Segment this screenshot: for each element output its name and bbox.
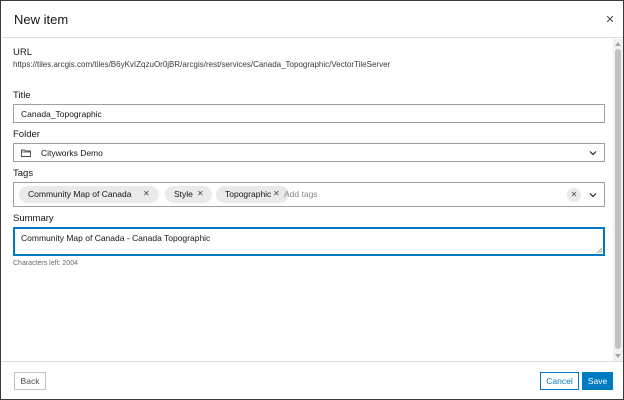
tag-chip-label: Community Map of Canada: [28, 189, 132, 199]
scroll-up-icon[interactable]: [615, 42, 621, 46]
clear-tags-icon[interactable]: ✕: [567, 188, 581, 202]
save-button[interactable]: Save: [582, 372, 613, 390]
url-value: https://tiles.arcgis.com/tiles/B6yKvIZqz…: [13, 60, 391, 69]
tag-chip: Topographic ✕: [216, 186, 289, 203]
remove-tag-icon[interactable]: ✕: [197, 189, 204, 198]
folder-select-value: Cityworks Demo: [41, 148, 103, 158]
characters-left: Characters left: 2004: [13, 260, 78, 267]
title-input[interactable]: Canada_Topographic: [13, 104, 605, 123]
add-tags-placeholder[interactable]: Add tags: [284, 189, 318, 199]
url-label: URL: [13, 47, 33, 58]
title-label: Title: [13, 90, 31, 101]
resize-grip-icon[interactable]: [596, 247, 602, 253]
new-item-dialog: New item ✕ URL https://tiles.arcgis.com/…: [0, 0, 624, 400]
dialog-title: New item: [14, 12, 69, 27]
tag-chip: Style ✕: [165, 186, 212, 203]
close-icon[interactable]: ✕: [604, 14, 616, 26]
scroll-down-icon[interactable]: [615, 354, 621, 358]
dialog-footer: Back Cancel Save: [2, 361, 623, 400]
cancel-button[interactable]: Cancel: [540, 372, 579, 390]
back-button[interactable]: Back: [14, 372, 46, 390]
tag-chip: Community Map of Canada ✕: [19, 186, 159, 203]
vertical-scrollbar[interactable]: [613, 39, 623, 361]
summary-value: Community Map of Canada - Canada Topogra…: [21, 233, 211, 243]
summary-textarea[interactable]: Community Map of Canada - Canada Topogra…: [13, 227, 605, 256]
remove-tag-icon[interactable]: ✕: [143, 189, 150, 198]
chevron-down-icon[interactable]: [588, 191, 598, 199]
folder-select[interactable]: Cityworks Demo: [13, 143, 605, 162]
tags-label: Tags: [13, 168, 34, 179]
folder-label: Folder: [13, 129, 40, 140]
tags-input[interactable]: Community Map of Canada ✕ Style ✕ Topogr…: [13, 182, 605, 207]
scrollbar-thumb[interactable]: [615, 49, 621, 349]
dialog-body: URL https://tiles.arcgis.com/tiles/B6yKv…: [2, 39, 613, 361]
remove-tag-icon[interactable]: ✕: [273, 189, 280, 198]
folder-icon: [21, 149, 31, 157]
dialog-header: New item ✕: [2, 2, 623, 38]
summary-label: Summary: [13, 213, 54, 224]
chevron-down-icon: [589, 151, 597, 156]
tag-chip-label: Topographic: [225, 189, 272, 199]
title-input-value: Canada_Topographic: [21, 109, 102, 119]
tag-chip-label: Style: [174, 189, 193, 199]
